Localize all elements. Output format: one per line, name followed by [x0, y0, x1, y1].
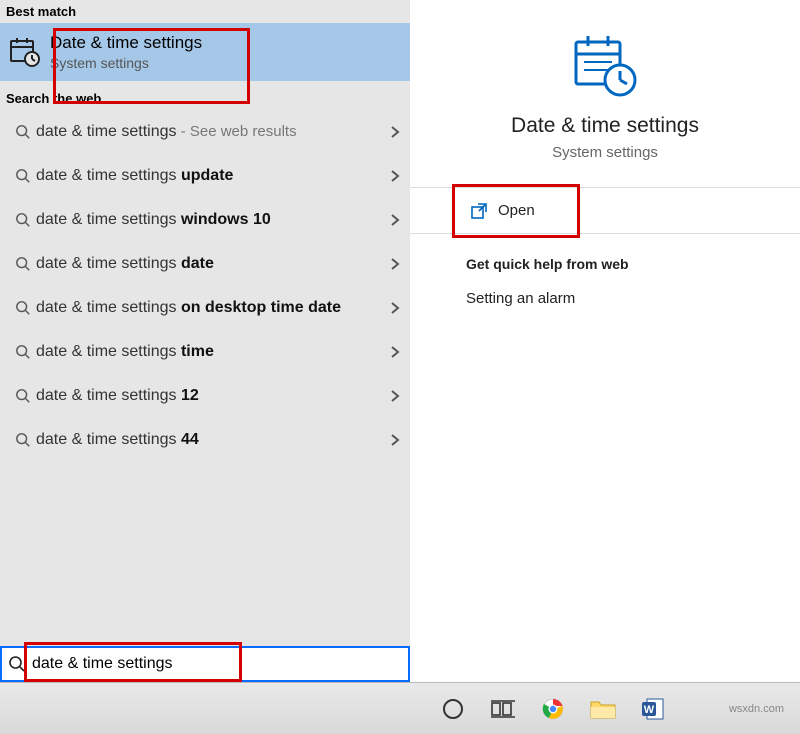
detail-pane: Date & time settings System settings Ope… [410, 0, 800, 682]
search-web-label: Search the web [0, 87, 410, 110]
web-result-item[interactable]: date & time settings - See web results [0, 110, 410, 154]
watermark-text: wsxdn.com [729, 703, 792, 715]
web-result-text: date & time settings 44 [36, 430, 390, 451]
taskbar: W wsxdn.com [0, 682, 800, 734]
web-result-text: date & time settings - See web results [36, 122, 390, 143]
date-time-icon [0, 36, 50, 68]
chevron-right-icon [390, 433, 400, 447]
web-result-text: date & time settings 12 [36, 386, 390, 407]
search-input[interactable] [32, 655, 402, 673]
open-label: Open [498, 202, 535, 219]
web-result-text: date & time settings date [36, 254, 390, 275]
chevron-right-icon [390, 213, 400, 227]
best-match-title: Date & time settings [50, 33, 202, 53]
file-explorer-icon[interactable] [588, 694, 618, 724]
web-result-item[interactable]: date & time settings 44 [0, 418, 410, 462]
chevron-right-icon [390, 125, 400, 139]
search-icon [10, 124, 36, 140]
web-result-text: date & time settings update [36, 166, 390, 187]
best-match-subtitle: System settings [50, 55, 202, 71]
open-icon [470, 202, 488, 220]
web-result-text: date & time settings on desktop time dat… [36, 298, 390, 319]
search-icon [10, 388, 36, 404]
search-icon [10, 212, 36, 228]
chevron-right-icon [390, 169, 400, 183]
cortana-icon[interactable] [438, 694, 468, 724]
best-match-label: Best match [0, 0, 410, 23]
web-result-text: date & time settings time [36, 342, 390, 363]
web-result-item[interactable]: date & time settings time [0, 330, 410, 374]
quick-help-title: Get quick help from web [466, 256, 790, 272]
web-result-item[interactable]: date & time settings on desktop time dat… [0, 286, 410, 330]
web-result-item[interactable]: date & time settings date [0, 242, 410, 286]
web-result-item[interactable]: date & time settings update [0, 154, 410, 198]
search-icon [8, 655, 26, 673]
web-results-list: date & time settings - See web results da… [0, 110, 410, 462]
chevron-right-icon [390, 389, 400, 403]
chrome-icon[interactable] [538, 694, 568, 724]
detail-title: Date & time settings [511, 114, 699, 138]
web-result-item[interactable]: date & time settings 12 [0, 374, 410, 418]
chevron-right-icon [390, 301, 400, 315]
search-icon [10, 432, 36, 448]
search-box[interactable] [0, 646, 410, 682]
search-results-pane: Best match Date & time settings System s… [0, 0, 410, 682]
chevron-right-icon [390, 345, 400, 359]
open-button[interactable]: Open [410, 188, 800, 233]
search-icon [10, 168, 36, 184]
task-view-icon[interactable] [488, 694, 518, 724]
web-result-text: date & time settings windows 10 [36, 210, 390, 231]
date-time-large-icon [570, 30, 640, 100]
web-result-item[interactable]: date & time settings windows 10 [0, 198, 410, 242]
chevron-right-icon [390, 257, 400, 271]
word-icon[interactable]: W [638, 694, 668, 724]
search-icon [10, 256, 36, 272]
search-icon [10, 300, 36, 316]
svg-text:W: W [644, 704, 655, 716]
best-match-result[interactable]: Date & time settings System settings [0, 23, 410, 81]
detail-subtitle: System settings [552, 144, 658, 161]
search-icon [10, 344, 36, 360]
help-item[interactable]: Setting an alarm [466, 290, 790, 307]
